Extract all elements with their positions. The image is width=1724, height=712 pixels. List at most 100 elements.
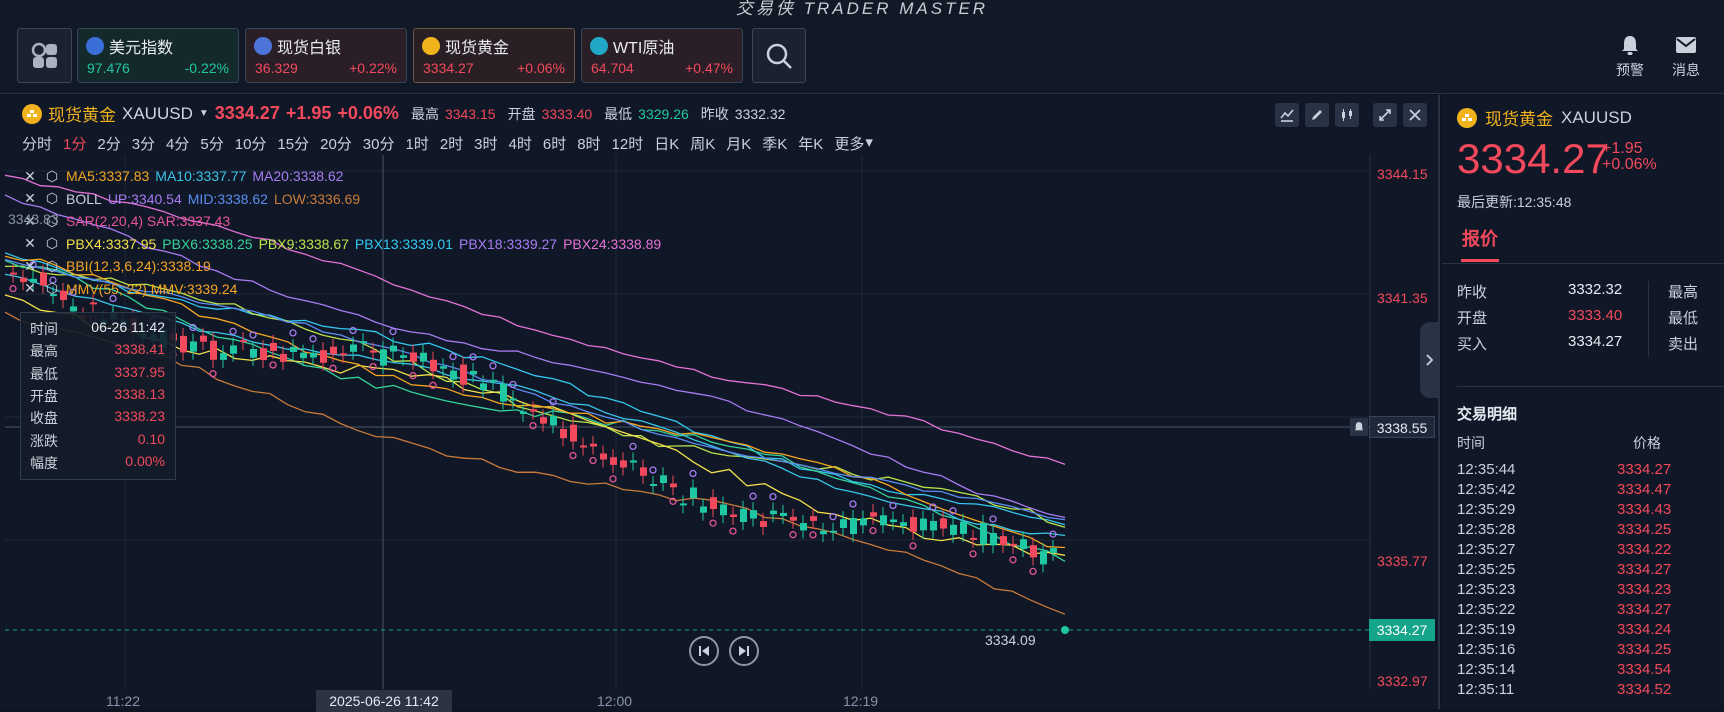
trade-price: 3334.24 [1617, 621, 1672, 638]
candle-body [430, 359, 437, 372]
candle-body [690, 487, 697, 499]
candle-body [360, 341, 367, 344]
message-button[interactable]: 消息 [1664, 34, 1708, 80]
trade-row: 12:35:27 3334.22 [1457, 541, 1697, 561]
indicator-settings-icon[interactable]: ⬡ [44, 258, 60, 275]
quote-card[interactable]: 美元指数 97.476 -0.22% [77, 28, 239, 83]
remove-indicator-icon[interactable]: ✕ [22, 280, 38, 297]
trade-time: 12:35:11 [1457, 681, 1515, 698]
ohlc-tooltip: 时间 06-26 11:42 最高 3338.41 最低 3337.95 开盘 3338.13… [20, 312, 176, 480]
tab-quote[interactable]: 报价 [1462, 225, 1498, 251]
trades-title: 交易明细 [1457, 406, 1518, 423]
trade-price: 3334.25 [1617, 641, 1672, 658]
trade-price: 3334.47 [1617, 481, 1672, 498]
candle-body [310, 352, 317, 358]
candle-body [770, 510, 777, 515]
trade-row: 12:35:22 3334.27 [1457, 601, 1697, 621]
indicator-settings-icon[interactable]: ⬡ [44, 168, 60, 185]
tooltip-key: 最高 [30, 343, 58, 360]
search-button[interactable] [752, 28, 806, 83]
trade-time: 12:35:23 [1457, 581, 1516, 598]
candle-body [400, 355, 407, 358]
quote-card-name: 美元指数 [86, 34, 173, 58]
sar-dot [309, 335, 317, 343]
quote-card-name: WTI原油 [590, 34, 674, 58]
candle-body [710, 497, 717, 509]
quote-card-price: 64.704 [591, 60, 634, 76]
gold-icon [1457, 107, 1477, 128]
tooltip-row: 时间 06-26 11:42 [30, 319, 165, 341]
quote-card[interactable]: WTI原油 64.704 +0.47% [581, 28, 743, 83]
candle-body [580, 445, 587, 448]
candle-body [180, 335, 187, 353]
candle-body [220, 353, 227, 360]
left-price-label: 3343.83 [8, 211, 59, 227]
candle-body [1040, 551, 1047, 565]
candle-body [270, 342, 277, 351]
trade-price: 3334.23 [1617, 581, 1672, 598]
tooltip-key: 开盘 [30, 387, 58, 404]
remove-indicator-icon[interactable]: ✕ [22, 235, 38, 252]
indicator-value: BOLL [66, 190, 102, 207]
indicator-settings-icon[interactable]: ⬡ [44, 280, 60, 297]
candle-body [450, 370, 457, 380]
search-icon [766, 43, 792, 69]
trade-row: 12:35:11 3334.52 [1457, 681, 1697, 701]
tooltip-key: 时间 [30, 321, 58, 337]
sar-dot [809, 531, 817, 539]
candle-body [940, 518, 947, 529]
candle-body [620, 460, 627, 468]
quote-card[interactable]: 现货黄金 3334.27 +0.06% [413, 28, 575, 83]
sar-dot [229, 327, 237, 336]
price-alert-button[interactable] [1350, 418, 1368, 436]
alert-button[interactable]: 预警 [1608, 34, 1652, 80]
trade-row: 12:35:19 3334.24 [1457, 621, 1697, 641]
indicator-value: PBX18:3339.27 [458, 235, 558, 252]
remove-indicator-icon[interactable]: ✕ [22, 190, 38, 207]
trade-time: 12:35:22 [1457, 601, 1516, 618]
tooltip-row: 收盘 3338.23 [30, 408, 165, 430]
candle-body [800, 523, 807, 531]
trade-price: 3334.52 [1617, 681, 1672, 698]
candle-body [720, 504, 727, 516]
indicator-settings-icon[interactable]: ⬡ [44, 190, 60, 207]
candle-body [190, 341, 197, 352]
candle-body [500, 383, 507, 402]
remove-indicator-icon[interactable]: ✕ [22, 168, 38, 185]
sar-dot [749, 492, 757, 500]
tooltip-row: 最高 3338.41 [30, 341, 165, 363]
tooltip-row: 幅度 0.00% [30, 453, 165, 475]
indicator-settings-icon[interactable]: ⬡ [44, 235, 60, 252]
candle-body [560, 429, 567, 439]
candle-body [700, 506, 707, 513]
price-axis-label: 3332.97 [1377, 673, 1428, 689]
quote-panel-change: +1.95 +0.06% [1602, 141, 1657, 173]
next-bar-button[interactable] [729, 636, 759, 666]
indicator-value: MA10:3337.77 [155, 168, 247, 185]
candle-body [330, 346, 337, 355]
trade-time: 12:35:42 [1457, 481, 1516, 498]
candle-body [510, 398, 517, 401]
time-axis-label: 12:19 [843, 693, 879, 709]
sar-dot [729, 527, 737, 535]
prev-bar-button[interactable] [689, 636, 719, 666]
trade-row: 12:35:44 3334.27 [1457, 461, 1697, 481]
quote-card[interactable]: 现货白银 36.329 +0.22% [245, 28, 407, 83]
col-time-header: 时间 [1457, 435, 1485, 451]
candle-body [440, 366, 447, 369]
tooltip-row: 最低 3337.95 [30, 364, 165, 386]
quote-card-price: 36.329 [255, 60, 298, 76]
sar-dot [649, 466, 657, 474]
candle-body [350, 344, 357, 352]
sar-dot [449, 352, 457, 361]
sar-dot [849, 500, 857, 508]
sar-dot [609, 475, 617, 483]
collapse-panel-button[interactable] [1420, 322, 1440, 398]
remove-indicator-icon[interactable]: ✕ [22, 258, 38, 275]
indicator-value: LOW:3336.69 [273, 190, 361, 207]
sar-dot [869, 526, 877, 535]
trade-price: 3334.54 [1617, 661, 1672, 678]
apps-menu-button[interactable] [17, 28, 72, 83]
sar-dot [209, 370, 217, 378]
quote-card-price: 97.476 [87, 60, 130, 76]
